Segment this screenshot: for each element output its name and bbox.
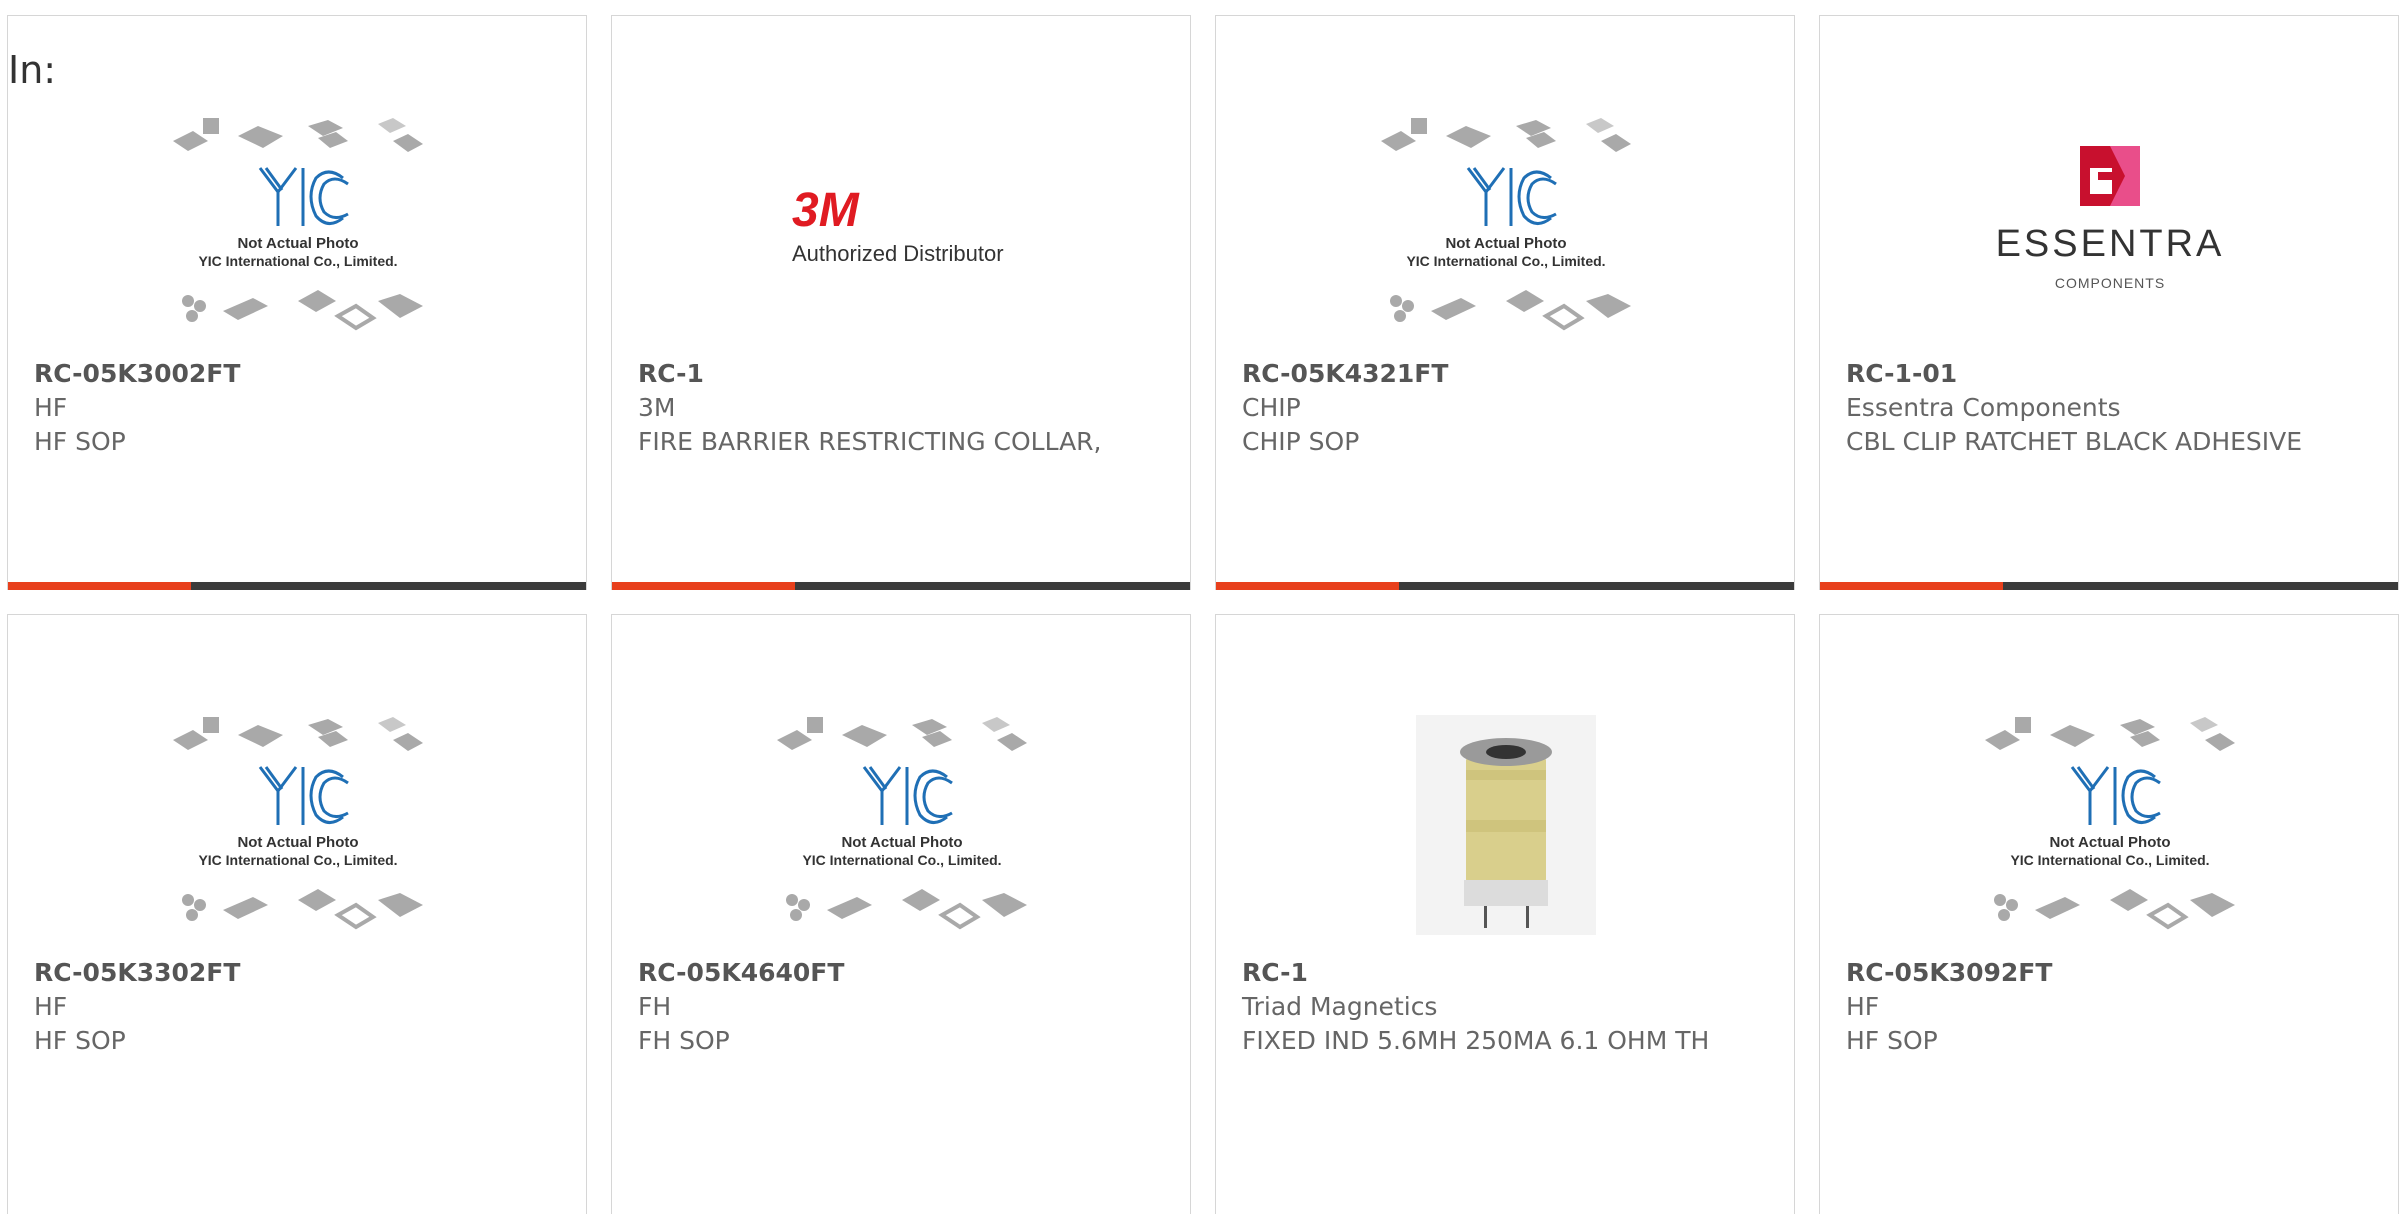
card-footer-bar <box>8 582 586 590</box>
card-footer-bar <box>1820 582 2398 590</box>
product-card[interactable]: RC-1 Triad Magnetics FIXED IND 5.6MH 250… <box>1215 614 1795 1214</box>
product-info: RC-05K4321FT CHIP CHIP SOP <box>1242 357 1762 459</box>
description: HF SOP <box>34 427 126 456</box>
part-number[interactable]: RC-1 <box>638 357 1158 391</box>
yic-placeholder-image: Not Actual Photo YIC International Co., … <box>173 118 423 331</box>
product-info: RC-1 Triad Magnetics FIXED IND 5.6MH 250… <box>1242 956 1762 1058</box>
product-image[interactable]: 3M Authorized Distributor <box>637 91 1167 361</box>
part-number[interactable]: RC-1-01 <box>1846 357 2366 391</box>
manufacturer: HF <box>34 992 68 1021</box>
part-number[interactable]: RC-05K4321FT <box>1242 357 1762 391</box>
product-info: RC-05K3092FT HF HF SOP <box>1846 956 2366 1058</box>
product-info: RC-05K3302FT HF HF SOP <box>34 956 554 1058</box>
manufacturer: Essentra Components <box>1846 393 2121 422</box>
product-info: RC-05K3002FT HF HF SOP <box>34 357 554 459</box>
product-image[interactable]: Not Actual Photo YIC International Co., … <box>33 91 563 361</box>
manufacturer: HF <box>34 393 68 422</box>
product-info: RC-05K4640FT FH FH SOP <box>638 956 1158 1058</box>
placeholder-line1: Not Actual Photo <box>237 834 358 851</box>
placeholder-line2: YIC International Co., Limited. <box>1406 253 1605 269</box>
product-image[interactable]: ESSENTRA COMPONENTS <box>1845 91 2375 361</box>
product-info: RC-1 3M FIRE BARRIER RESTRICTING COLLAR, <box>638 357 1158 459</box>
description: HF SOP <box>34 1026 126 1055</box>
card-accent <box>1820 582 2003 590</box>
product-info: RC-1-01 Essentra Components CBL CLIP RAT… <box>1846 357 2366 459</box>
placeholder-line1: Not Actual Photo <box>2049 834 2170 851</box>
product-image[interactable]: Not Actual Photo YIC International Co., … <box>1845 690 2375 960</box>
essentra-caption: COMPONENTS <box>2055 275 2165 291</box>
yic-placeholder-image: Not Actual Photo YIC International Co., … <box>1381 118 1631 331</box>
description: FIRE BARRIER RESTRICTING COLLAR, <box>638 427 1102 456</box>
product-card[interactable]: Not Actual Photo YIC International Co., … <box>7 614 587 1214</box>
product-card[interactable]: Not Actual Photo YIC International Co., … <box>1819 614 2399 1214</box>
product-image[interactable]: Not Actual Photo YIC International Co., … <box>33 690 563 960</box>
product-card[interactable]: Not Actual Photo YIC International Co., … <box>1215 15 1795 590</box>
description: CHIP SOP <box>1242 427 1360 456</box>
card-footer-bar <box>612 582 1190 590</box>
essentra-name: ESSENTRA <box>1996 223 2225 265</box>
placeholder-line1: Not Actual Photo <box>841 834 962 851</box>
yic-placeholder-image: Not Actual Photo YIC International Co., … <box>173 717 423 930</box>
placeholder-line1: Not Actual Photo <box>237 235 358 252</box>
product-grid: Not Actual Photo YIC International Co., … <box>7 15 2399 1214</box>
product-card[interactable]: Not Actual Photo YIC International Co., … <box>7 15 587 590</box>
placeholder-line2: YIC International Co., Limited. <box>2010 852 2209 868</box>
product-card[interactable]: 3M Authorized Distributor RC-1 3M FIRE B… <box>611 15 1191 590</box>
inductor-photo <box>1416 715 1596 935</box>
card-accent <box>8 582 191 590</box>
description: HF SOP <box>1846 1026 1938 1055</box>
3m-logo: 3M Authorized Distributor <box>792 184 1004 266</box>
card-accent <box>1216 582 1399 590</box>
description: FH SOP <box>638 1026 730 1055</box>
product-image[interactable]: Not Actual Photo YIC International Co., … <box>637 690 1167 960</box>
description: CBL CLIP RATCHET BLACK ADHESIVE <box>1846 427 2303 456</box>
manufacturer: HF <box>1846 992 1880 1021</box>
essentra-logo: ESSENTRA COMPONENTS <box>1996 146 2225 291</box>
manufacturer: 3M <box>638 393 676 422</box>
card-accent <box>612 582 795 590</box>
3m-mark: 3M <box>792 184 860 237</box>
placeholder-line2: YIC International Co., Limited. <box>802 852 1001 868</box>
description: FIXED IND 5.6MH 250MA 6.1 OHM TH <box>1242 1026 1710 1055</box>
product-card[interactable]: Not Actual Photo YIC International Co., … <box>611 614 1191 1214</box>
part-number[interactable]: RC-05K3002FT <box>34 357 554 391</box>
part-number[interactable]: RC-05K3302FT <box>34 956 554 990</box>
product-image[interactable]: Not Actual Photo YIC International Co., … <box>1241 91 1771 361</box>
placeholder-line1: Not Actual Photo <box>1445 235 1566 252</box>
card-footer-bar <box>1216 582 1794 590</box>
product-card[interactable]: ESSENTRA COMPONENTS RC-1-01 Essentra Com… <box>1819 15 2399 590</box>
manufacturer: Triad Magnetics <box>1242 992 1438 1021</box>
part-number[interactable]: RC-1 <box>1242 956 1762 990</box>
manufacturer: FH <box>638 992 672 1021</box>
placeholder-line2: YIC International Co., Limited. <box>198 253 397 269</box>
part-number[interactable]: RC-05K3092FT <box>1846 956 2366 990</box>
part-number[interactable]: RC-05K4640FT <box>638 956 1158 990</box>
filter-label: In: <box>8 48 57 92</box>
product-image[interactable] <box>1241 690 1771 960</box>
manufacturer: CHIP <box>1242 393 1301 422</box>
yic-placeholder-image: Not Actual Photo YIC International Co., … <box>777 717 1027 930</box>
3m-caption: Authorized Distributor <box>792 241 1004 266</box>
yic-placeholder-image: Not Actual Photo YIC International Co., … <box>1985 717 2235 930</box>
placeholder-line2: YIC International Co., Limited. <box>198 852 397 868</box>
